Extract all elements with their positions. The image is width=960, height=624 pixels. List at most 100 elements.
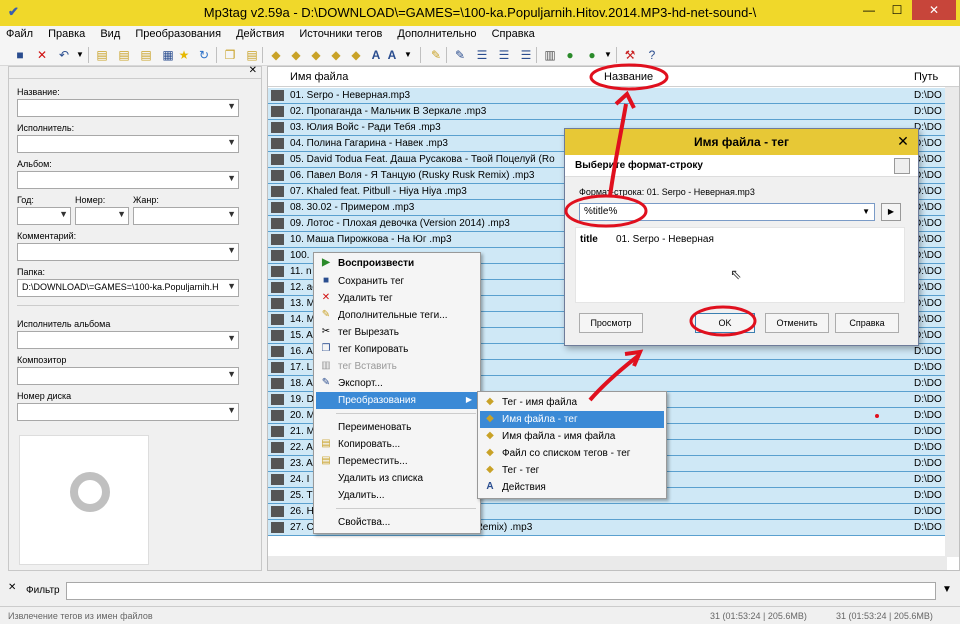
column-title[interactable]: Название (604, 71, 653, 83)
close-filter-icon[interactable]: ✕ (8, 582, 16, 593)
chevron-down-icon[interactable]: ▼ (862, 207, 870, 216)
ok-button[interactable]: OK (695, 313, 755, 333)
menu-edit[interactable]: Правка (42, 26, 91, 42)
source-dropdown-icon[interactable]: ▼ (600, 47, 616, 63)
menu-actions[interactable]: Действия (230, 26, 290, 42)
vertical-scrollbar[interactable] (945, 87, 959, 557)
menu-play[interactable]: ▶ Воспроизвести (316, 255, 478, 272)
menu-convert[interactable]: Преобразования (129, 26, 227, 42)
add-folder-icon[interactable]: ▤ (116, 47, 132, 63)
freedb-icon[interactable]: ● (584, 47, 600, 63)
menu-rename[interactable]: Переименовать (316, 419, 478, 436)
preview-field-name: title (580, 234, 598, 245)
extended-tags-icon[interactable]: ✎ (428, 47, 444, 63)
close-window-button[interactable]: ✕ (912, 0, 956, 20)
refresh-icon[interactable]: ↻ (196, 47, 212, 63)
list-alt-icon[interactable]: ☰ (518, 47, 534, 63)
save-icon[interactable]: ■ (12, 47, 28, 63)
table-row[interactable]: 02. Пропаганда - Мальчик В Зеркале .mp3 D… (268, 104, 948, 120)
folder-lock-icon[interactable]: ▤ (244, 47, 260, 63)
close-panel-icon[interactable]: ✕ (249, 65, 257, 76)
maximize-button[interactable]: ☐ (884, 0, 910, 20)
undo-icon[interactable]: ↶ (56, 47, 72, 63)
open-folder-icon[interactable]: ▤ (94, 47, 110, 63)
track-field[interactable]: ▼ (75, 207, 129, 225)
export-icon: ✎ (321, 377, 331, 388)
filename-tag-icon[interactable]: ◆ (288, 47, 304, 63)
cancel-button[interactable]: Отменить (765, 313, 829, 333)
menu-export[interactable]: ✎ Экспорт... (316, 375, 478, 392)
folder-field[interactable]: D:\DOWNLOAD\=GAMES=\100-ka.Populjarnih.H… (17, 279, 239, 297)
filter-input[interactable] (66, 582, 936, 600)
format-options-button[interactable]: ▶ (881, 203, 901, 221)
submenu-tag-filename[interactable]: ◆ Тег - имя файла (480, 394, 664, 411)
submenu-tag-tag[interactable]: ◆ Тег - тег (480, 462, 664, 479)
menu-extended-tags[interactable]: ✎ Дополнительные теги... (316, 307, 478, 324)
case-icon[interactable]: A (384, 47, 400, 63)
tag-filename-icon[interactable]: ◆ (268, 47, 284, 63)
artist-field[interactable]: ▼ (17, 135, 239, 153)
help-button[interactable]: Справка (835, 313, 899, 333)
numbering-icon[interactable]: ☰ (496, 47, 512, 63)
menu-cut-tag[interactable]: ✂ тег Вырезать (316, 324, 478, 341)
format-edit-icon[interactable] (894, 158, 910, 174)
menu-move[interactable]: ▤ Переместить... (316, 453, 478, 470)
submenu-filename-filename[interactable]: ◆ Имя файла - имя файла (480, 428, 664, 445)
playlist-icon[interactable]: ▦ (160, 47, 176, 63)
column-path[interactable]: Путь (914, 71, 938, 83)
menu-extra[interactable]: Дополнительно (391, 26, 482, 42)
menu-copy[interactable]: ▤ Копировать... (316, 436, 478, 453)
filename-filename-icon[interactable]: ◆ (308, 47, 324, 63)
actions-icon[interactable]: A (368, 47, 384, 63)
menu-delete[interactable]: Удалить... (316, 487, 478, 504)
list-icon[interactable]: ☰ (474, 47, 490, 63)
title-field[interactable]: ▼ (17, 99, 239, 117)
submenu-textfile-tag[interactable]: ◆ Файл со списком тегов - тег (480, 445, 664, 462)
minimize-button[interactable]: — (856, 0, 882, 20)
comment-field[interactable]: ▼ (17, 243, 239, 261)
menu-save-tag[interactable]: ■ Сохранить тег (316, 273, 478, 290)
select-icon[interactable]: ▥ (542, 47, 558, 63)
menu-remove-from-list[interactable]: Удалить из списка (316, 470, 478, 487)
submenu-filename-tag[interactable]: ◆ Имя файла - тег (480, 411, 664, 428)
tag-tag-icon[interactable]: ◆ (348, 47, 364, 63)
textfile-tag-icon[interactable]: ◆ (328, 47, 344, 63)
edit-tag-icon[interactable]: ✎ (452, 47, 468, 63)
table-row[interactable]: 01. Serpo - Неверная.mp3 D:\DO (268, 88, 948, 104)
chevron-down-icon[interactable]: ▼ (942, 584, 952, 595)
format-string-input[interactable]: %title% ▼ (579, 203, 875, 221)
menu-view[interactable]: Вид (94, 26, 126, 42)
mp3-file-icon (271, 218, 284, 229)
year-field[interactable]: ▼ (17, 207, 71, 225)
copy-icon[interactable]: ❐ (222, 47, 238, 63)
genre-field[interactable]: ▼ (133, 207, 239, 225)
web-source-icon[interactable]: ● (562, 47, 578, 63)
menu-file[interactable]: Файл (0, 26, 39, 42)
horizontal-scrollbar[interactable] (268, 556, 947, 570)
menu-tag-sources[interactable]: Источники тегов (293, 26, 388, 42)
menu-convert[interactable]: Преобразования ▶ (316, 392, 478, 409)
submenu-actions[interactable]: A Действия (480, 479, 664, 496)
star-icon[interactable]: ★ (176, 47, 192, 63)
delete-tag-icon[interactable]: ✕ (34, 47, 50, 63)
album-field[interactable]: ▼ (17, 171, 239, 189)
cover-art[interactable] (19, 435, 149, 565)
title-bar: ✔ Mp3tag v2.59a - D:\DOWNLOAD\=GAMES=\10… (0, 0, 960, 26)
menu-remove-tag[interactable]: ✕ Удалить тег (316, 290, 478, 307)
menu-properties[interactable]: Свойства... (316, 514, 478, 531)
help-icon[interactable]: ? (644, 47, 660, 63)
tools-icon[interactable]: ⚒ (622, 47, 638, 63)
row-path: D:\DO (914, 394, 942, 405)
disc-field[interactable]: ▼ (17, 403, 239, 421)
menu-paste-tag[interactable]: ▥ тег Вставить (316, 358, 478, 375)
menu-help[interactable]: Справка (486, 26, 541, 42)
composer-field[interactable]: ▼ (17, 367, 239, 385)
album-artist-field[interactable]: ▼ (17, 331, 239, 349)
undo-dropdown-icon[interactable]: ▼ (72, 47, 88, 63)
favorites-folder-icon[interactable]: ▤ (138, 47, 154, 63)
dialog-close-button[interactable]: ✕ (894, 132, 912, 150)
menu-copy-tag[interactable]: ❐ тег Копировать (316, 341, 478, 358)
column-filename[interactable]: Имя файла (290, 71, 348, 83)
preview-button[interactable]: Просмотр (579, 313, 643, 333)
case-dropdown-icon[interactable]: ▼ (400, 47, 416, 63)
